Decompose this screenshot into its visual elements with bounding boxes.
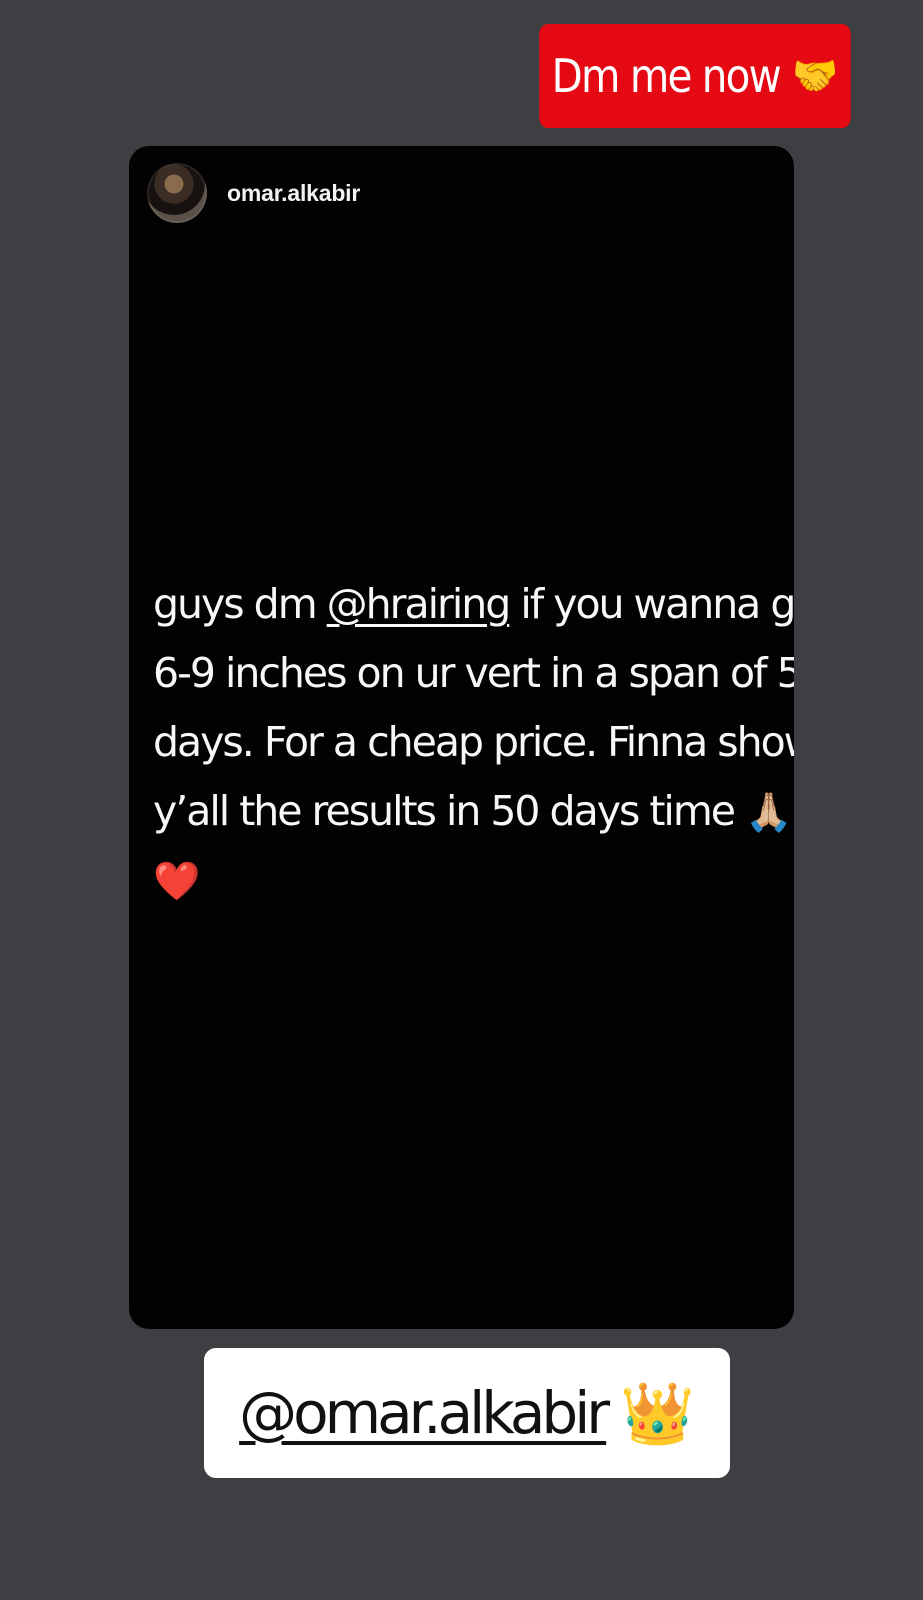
story-header[interactable]: omar.alkabir [147,163,360,223]
mention-link[interactable]: @hrairing [327,580,512,628]
caption-line-5: ❤️ [153,846,785,915]
handshake-icon: 🤝 [792,51,839,100]
caption-line-1: guys dm @hrairing if you wanna get [153,570,794,639]
caption-line-4-text: y’all the results in 50 days time [153,787,736,835]
red-heart-icon: ❤️ [153,859,201,903]
shared-story-card[interactable]: omar.alkabir guys dm @hrairing if you wa… [129,146,794,1329]
profile-avatar[interactable] [147,163,207,223]
username-mention-link[interactable]: @omar.alkabir [239,1379,610,1447]
caption-line-1-suffix: if you wanna get [520,580,794,628]
caption-line-1-prefix: guys dm [153,580,327,628]
caption-line-2: 6-9 inches on ur vert in a span of 50 [153,649,794,697]
dm-me-now-text: Dm me now [551,49,782,103]
username-mention-sticker[interactable]: @omar.alkabir 👑 [204,1348,730,1478]
crown-icon: 👑 [620,1378,695,1449]
dm-me-now-sticker[interactable]: Dm me now 🤝 [539,24,851,128]
story-username[interactable]: omar.alkabir [227,180,360,207]
story-caption: guys dm @hrairing if you wanna get 6-9 i… [153,570,794,915]
caption-line-3: days. For a cheap price. Finna show [153,718,794,766]
praying-hands-icon: 🙏🏼 [745,790,793,834]
caption-line-4: y’all the results in 50 days time 🙏🏼 [153,777,792,846]
